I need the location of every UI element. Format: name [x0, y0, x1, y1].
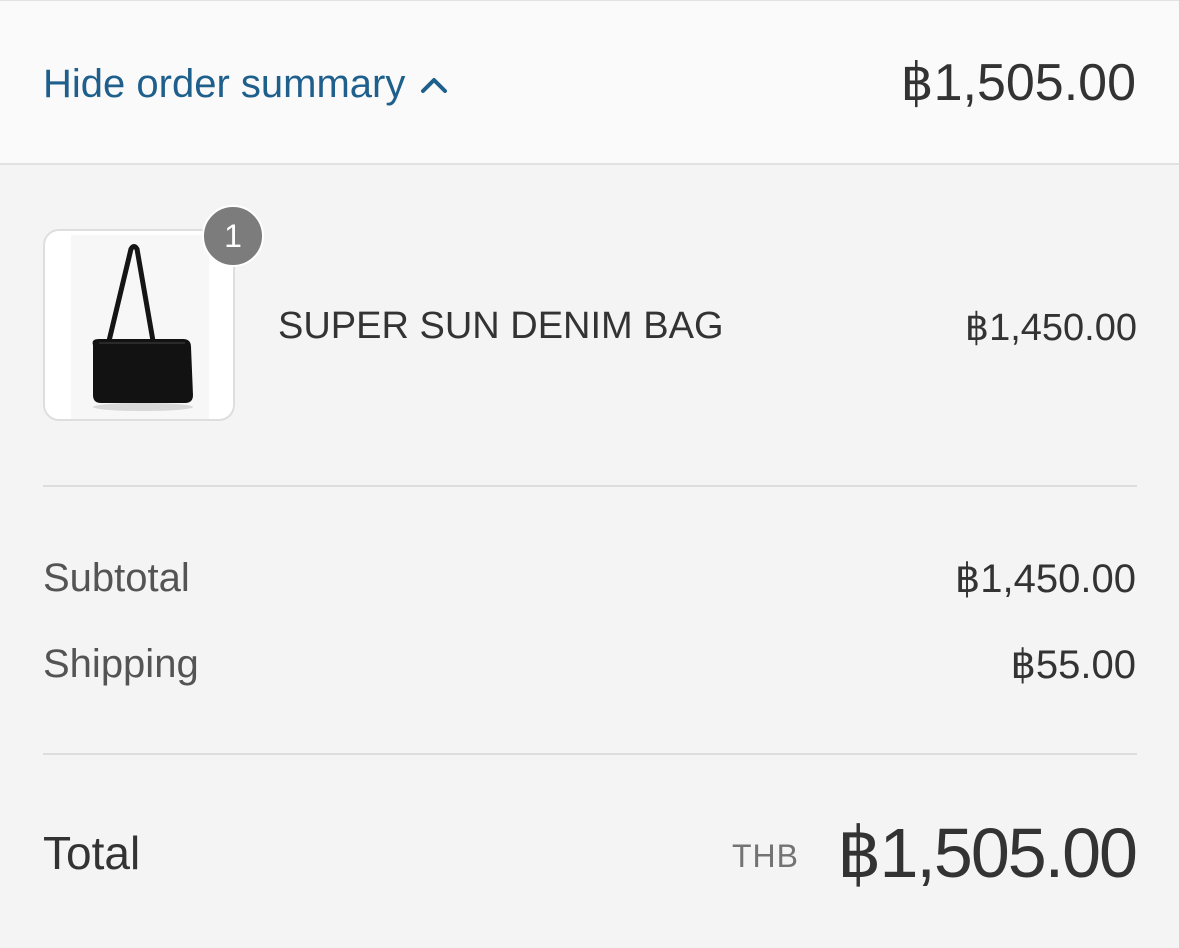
- header-total-price: ฿1,505.00: [900, 54, 1137, 112]
- shipping-label: Shipping: [43, 642, 199, 686]
- product-price: ฿1,450.00: [964, 307, 1137, 349]
- total-amount: ฿1,505.00: [836, 814, 1138, 892]
- divider: [43, 485, 1137, 487]
- total-currency-code: THB: [732, 838, 799, 874]
- subtotal-value: ฿1,450.00: [954, 557, 1136, 601]
- quantity-badge: 1: [202, 205, 264, 267]
- toggle-label: Hide order summary: [43, 61, 406, 106]
- subtotal-label: Subtotal: [43, 556, 190, 600]
- order-summary-header: Hide order summary ฿1,505.00: [0, 0, 1179, 165]
- line-item: 1 SUPER SUN DENIM BAG ฿1,450.00: [43, 205, 1137, 421]
- chevron-up-icon: [417, 67, 451, 101]
- divider: [43, 753, 1137, 755]
- hide-order-summary-toggle[interactable]: Hide order summary: [43, 59, 451, 109]
- black-tote-bag-image: [71, 235, 209, 419]
- product-thumbnail: 1: [43, 205, 264, 421]
- total-label: Total: [43, 827, 141, 879]
- product-name: SUPER SUN DENIM BAG: [278, 305, 724, 347]
- shipping-value: ฿55.00: [1010, 643, 1136, 687]
